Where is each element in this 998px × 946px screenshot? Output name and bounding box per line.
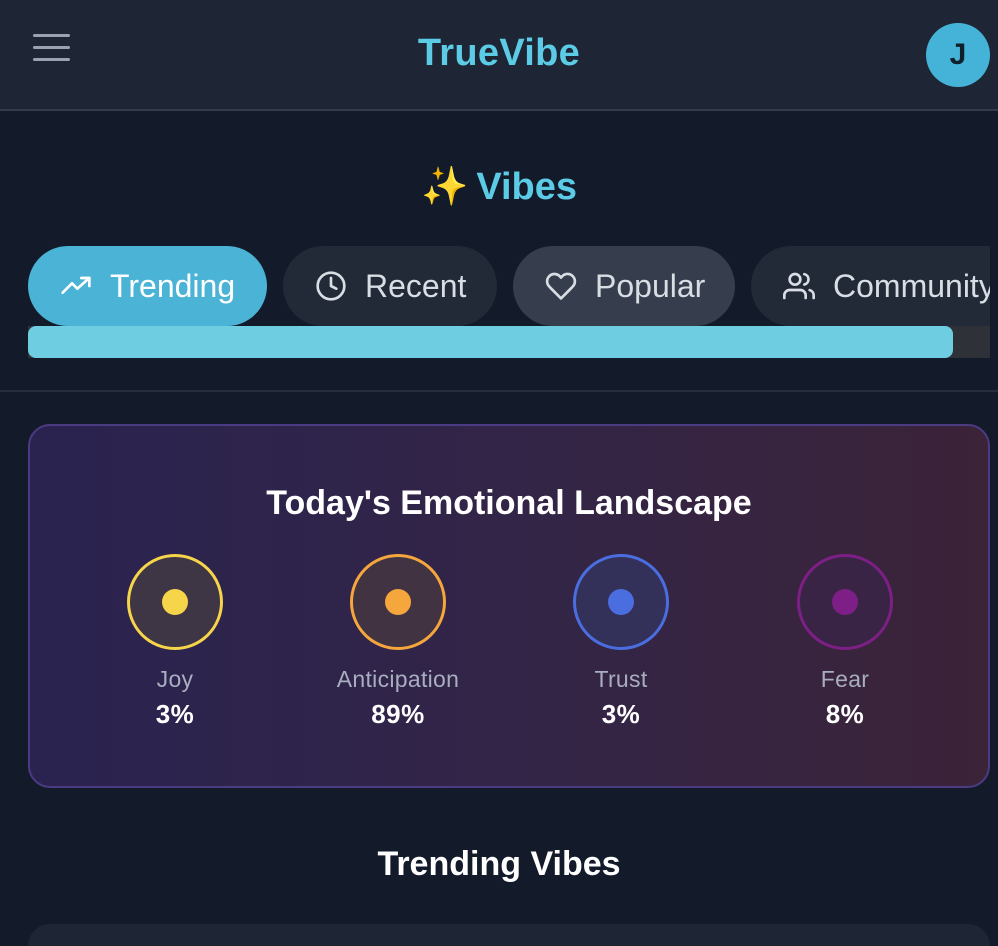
emotion-joy: Joy 3% xyxy=(75,554,275,730)
emotion-value: 3% xyxy=(601,699,641,729)
tab-trending[interactable]: Trending xyxy=(28,246,267,326)
emotion-ring xyxy=(573,554,669,650)
tabs-scrollbar[interactable] xyxy=(28,326,990,358)
tab-label: Recent xyxy=(365,267,467,304)
tab-bar: Trending Recent Popular Community xyxy=(28,246,990,326)
tabs-scrollbar-thumb[interactable] xyxy=(28,326,953,358)
top-bar: TrueVibe J xyxy=(0,0,998,111)
trending-up-icon xyxy=(61,276,91,294)
heart-icon xyxy=(545,272,577,300)
app-root: TrueVibe J ✨ Vibes Trending Recent Popula… xyxy=(0,0,998,946)
sparkles-icon: ✨ xyxy=(420,166,469,208)
emotion-dot xyxy=(385,589,411,615)
clock-icon xyxy=(316,271,346,301)
vibe-card[interactable] xyxy=(28,924,990,946)
divider xyxy=(0,390,998,392)
card-title: Today's Emotional Landscape xyxy=(266,484,752,522)
emotion-ring xyxy=(350,554,446,650)
emotional-landscape-card: Today's Emotional Landscape Joy 3% Antic… xyxy=(28,424,990,788)
emotion-label: Joy xyxy=(156,666,194,692)
emotion-dot xyxy=(608,589,634,615)
emotion-label: Trust xyxy=(594,666,648,692)
emotion-ring xyxy=(797,554,893,650)
emotion-dot xyxy=(162,589,188,615)
tab-recent[interactable]: Recent xyxy=(283,246,497,326)
emotion-value: 3% xyxy=(155,699,195,729)
users-icon xyxy=(783,272,815,300)
emotion-label: Fear xyxy=(820,666,870,692)
emotion-ring xyxy=(127,554,223,650)
tab-community[interactable]: Community xyxy=(751,246,990,326)
emotion-value: 89% xyxy=(371,699,425,729)
tab-popular[interactable]: Popular xyxy=(513,246,735,326)
app-title: TrueVibe xyxy=(417,32,581,74)
emotion-value: 8% xyxy=(825,699,865,729)
tab-label: Popular xyxy=(595,267,706,304)
emotion-fear: Fear 8% xyxy=(745,554,945,730)
emotion-trust: Trust 3% xyxy=(521,554,721,730)
page-title: ✨ Vibes xyxy=(0,165,998,209)
emotion-label: Anticipation xyxy=(336,666,460,692)
emotion-dot xyxy=(832,589,858,615)
trending-vibes-heading: Trending Vibes xyxy=(377,845,621,883)
tab-label: Trending xyxy=(110,267,236,304)
tab-label: Community xyxy=(833,267,990,304)
avatar[interactable]: J xyxy=(926,23,990,87)
page-title-text: Vibes xyxy=(476,166,578,208)
emotion-anticipation: Anticipation 89% xyxy=(298,554,498,730)
